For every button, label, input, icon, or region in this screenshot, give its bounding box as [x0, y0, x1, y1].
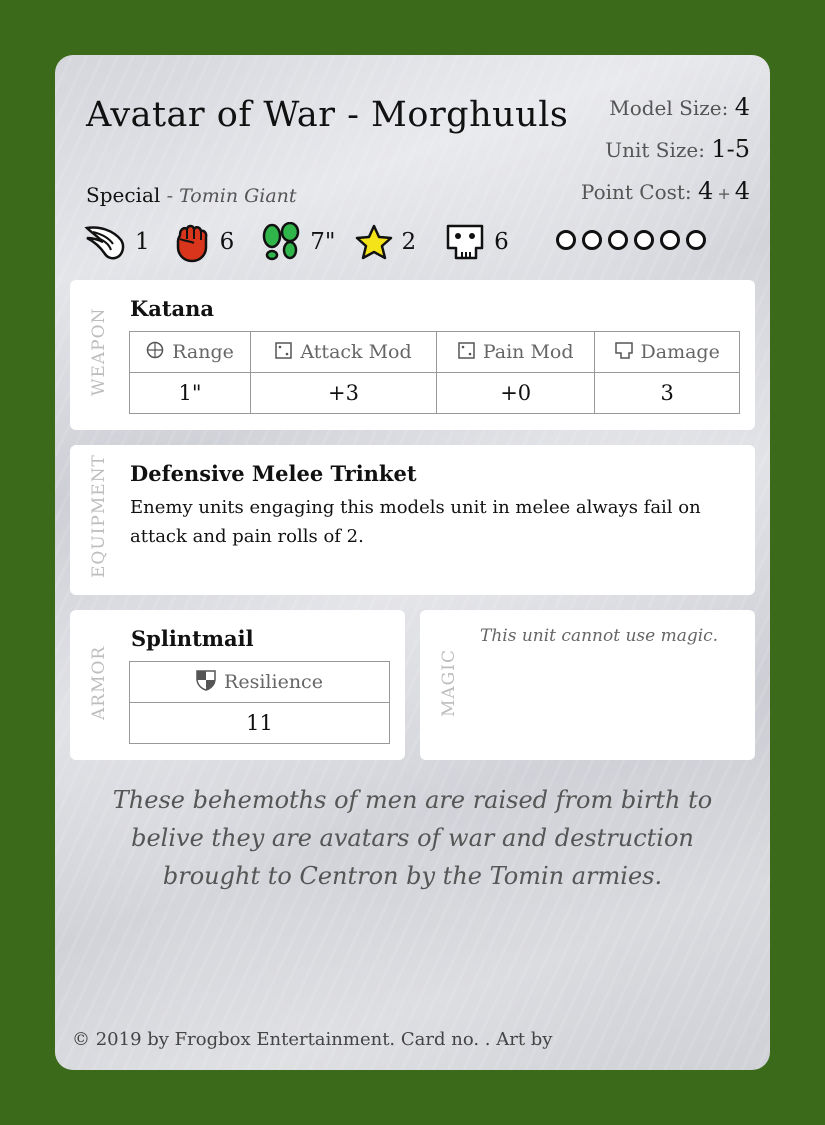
model-size-value: 4 — [734, 93, 750, 121]
magic-section-label: MAGIC — [439, 649, 459, 717]
damage-header: Damage — [594, 331, 740, 373]
star-icon — [355, 224, 392, 260]
copyright-footer: © 2019 by Frogbox Entertainment. Card no… — [72, 1029, 553, 1050]
wound-pip[interactable] — [634, 230, 654, 250]
weapon-section-label: WEAPON — [89, 307, 109, 396]
header-label: Pain Mod — [482, 341, 574, 363]
equipment-text: Enemy units engaging this models unit in… — [130, 497, 701, 547]
equipment-box: EQUIPMENT Defensive Melee Trinket Enemy … — [70, 445, 755, 595]
pain-mod-header: Pain Mod — [435, 331, 596, 373]
wound-pip[interactable] — [556, 230, 576, 250]
die-icon — [458, 341, 475, 359]
armor-section-label: ARMOR — [89, 645, 109, 720]
unit-card: Avatar of War - Morghuuls Model Size: 4 … — [55, 55, 770, 1070]
header-label: Range — [172, 341, 234, 363]
attr-toughness: 6 — [444, 222, 509, 262]
resilience-value: 11 — [129, 702, 390, 744]
wound-pip[interactable] — [582, 230, 602, 250]
special-label: Special — [86, 183, 161, 207]
fist-icon — [176, 224, 208, 263]
range-value: 1" — [128, 372, 252, 414]
header-label: Damage — [640, 341, 720, 363]
armor-name: Splintmail — [131, 626, 254, 651]
equipment-section-label: EQUIPMENT — [89, 454, 109, 578]
unit-size: Unit Size: 1-5 — [581, 129, 750, 171]
header-label: Resilience — [224, 670, 323, 693]
equipment-name: Defensive Melee Trinket — [130, 461, 417, 486]
card-title: Avatar of War - Morghuuls — [86, 95, 569, 135]
attr-value: 6 — [219, 229, 235, 255]
magic-text: This unit cannot use magic. — [480, 626, 719, 646]
wound-tracker — [556, 230, 712, 250]
skull-icon — [446, 224, 484, 260]
resilience-header: Resilience — [129, 661, 390, 703]
weapon-box: WEAPON Katana Range Attack Mod Pain Mod … — [70, 280, 755, 430]
weapon-name: Katana — [130, 296, 215, 321]
attr-melee: 6 — [172, 221, 235, 263]
point-cost-extra: 4 — [734, 177, 750, 205]
attr-value: 2 — [401, 229, 417, 255]
wound-pip[interactable] — [686, 230, 706, 250]
attack-mod-value: +3 — [250, 372, 437, 414]
attr-value: 1 — [135, 229, 150, 255]
special-value: - Tomin Giant — [166, 185, 297, 207]
point-cost-label: Point Cost: — [580, 180, 692, 204]
weapon-value-row: 1" +3 +0 3 — [128, 372, 740, 414]
pain-mod-value: +0 — [435, 372, 596, 414]
unit-size-value: 1-5 — [711, 135, 750, 163]
footprints-icon — [263, 222, 300, 261]
model-size: Model Size: 4 — [581, 87, 750, 129]
point-cost-plus: + — [717, 184, 731, 203]
armor-header-row: Resilience — [129, 661, 390, 703]
damage-value: 3 — [594, 372, 740, 414]
unit-stats: Model Size: 4 Unit Size: 1-5 Point Cost:… — [581, 87, 750, 214]
wing-icon — [84, 226, 125, 260]
attr-morale: 2 — [354, 223, 417, 261]
flavor-text: These behemoths of men are raised from b… — [112, 786, 713, 890]
skull-icon — [614, 341, 633, 359]
attr-value: 7" — [310, 229, 336, 255]
range-header: Range — [128, 331, 252, 373]
crosshair-icon — [146, 341, 164, 359]
unit-size-label: Unit Size: — [605, 138, 705, 162]
attribute-row: 1 6 7" 2 6 — [83, 220, 523, 264]
wound-pip[interactable] — [660, 230, 680, 250]
attr-move: 7" — [260, 222, 336, 262]
magic-box: MAGIC This unit cannot use magic. — [420, 610, 755, 760]
attr-flight: 1 — [83, 222, 150, 262]
point-cost: Point Cost: 4 +4 — [581, 171, 750, 214]
model-size-label: Model Size: — [609, 96, 729, 120]
point-cost-base: 4 — [698, 177, 714, 205]
header-label: Attack Mod — [300, 341, 412, 363]
special-line: Special - Tomin Giant — [86, 183, 297, 207]
armor-table: Resilience 11 — [129, 661, 390, 744]
weapon-header-row: Range Attack Mod Pain Mod Damage — [128, 331, 740, 373]
wound-pip[interactable] — [608, 230, 628, 250]
armor-value-row: 11 — [129, 702, 390, 744]
armor-box: ARMOR Splintmail Resilience 11 — [70, 610, 405, 760]
shield-icon — [196, 669, 216, 691]
die-icon — [275, 341, 293, 359]
attr-value: 6 — [494, 229, 509, 255]
weapon-table: Range Attack Mod Pain Mod Damage 1" +3 +… — [128, 331, 740, 414]
attack-mod-header: Attack Mod — [250, 331, 437, 373]
